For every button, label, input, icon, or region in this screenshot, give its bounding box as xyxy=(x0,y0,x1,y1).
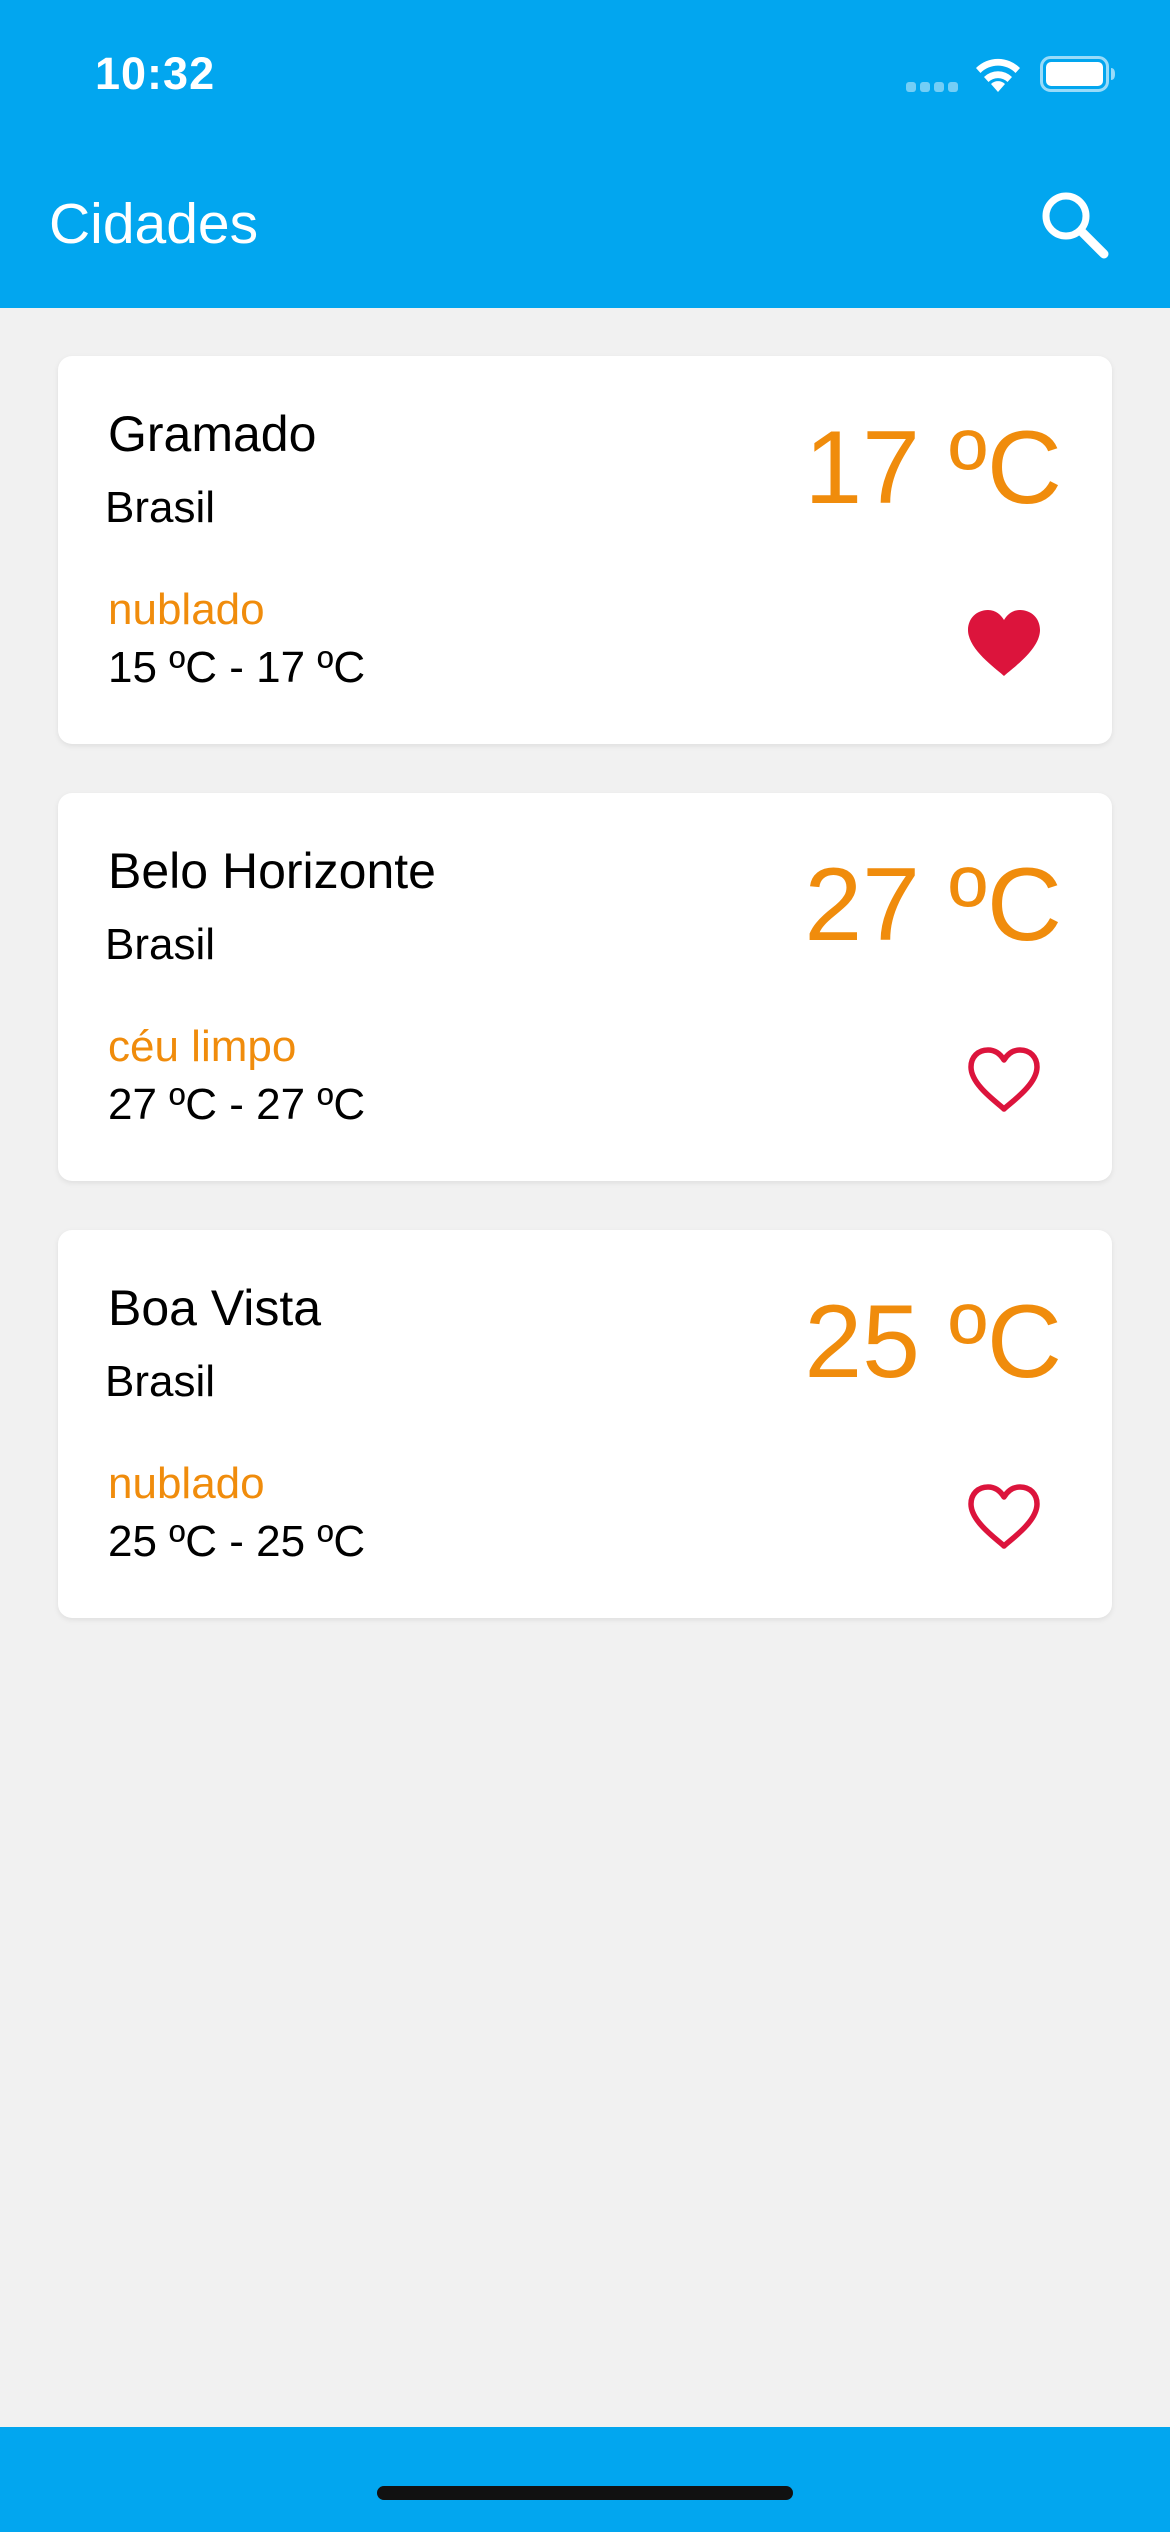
city-card-gramado[interactable]: Gramado Brasil nublado 15 ºC - 17 ºC 17 … xyxy=(58,356,1112,744)
search-icon[interactable] xyxy=(1034,184,1114,264)
temperature-range: 15 ºC - 17 ºC xyxy=(108,643,366,692)
current-temperature: 27 ºC xyxy=(804,847,1062,963)
temperature-range: 27 ºC - 27 ºC xyxy=(108,1080,366,1129)
current-temperature: 25 ºC xyxy=(804,1284,1062,1400)
city-card-belo-horizonte[interactable]: Belo Horizonte Brasil céu limpo 27 ºC - … xyxy=(58,793,1112,1181)
cellular-signal-icon xyxy=(906,82,958,92)
city-card-boa-vista[interactable]: Boa Vista Brasil nublado 25 ºC - 25 ºC 2… xyxy=(58,1230,1112,1618)
wifi-icon xyxy=(976,58,1020,92)
favorite-outline-heart-icon[interactable] xyxy=(962,1480,1046,1556)
battery-icon xyxy=(1040,56,1115,92)
city-name: Boa Vista xyxy=(108,1280,322,1336)
weather-description: nublado xyxy=(108,585,265,634)
home-indicator[interactable] xyxy=(377,2486,793,2500)
city-country: Brasil xyxy=(105,1357,216,1406)
weather-description: céu limpo xyxy=(108,1022,297,1071)
city-country: Brasil xyxy=(105,920,216,969)
page-title: Cidades xyxy=(49,192,259,256)
city-country: Brasil xyxy=(105,483,216,532)
app-header: 10:32 Cidades xyxy=(0,0,1170,308)
favorite-outline-heart-icon[interactable] xyxy=(962,1043,1046,1119)
bottom-bar xyxy=(0,2427,1170,2532)
weather-description: nublado xyxy=(108,1459,265,1508)
current-temperature: 17 ºC xyxy=(804,410,1062,526)
city-name: Belo Horizonte xyxy=(108,843,436,899)
temperature-range: 25 ºC - 25 ºC xyxy=(108,1517,366,1566)
favorite-filled-heart-icon[interactable] xyxy=(962,606,1046,682)
city-name: Gramado xyxy=(108,406,317,462)
status-time: 10:32 xyxy=(95,48,216,99)
